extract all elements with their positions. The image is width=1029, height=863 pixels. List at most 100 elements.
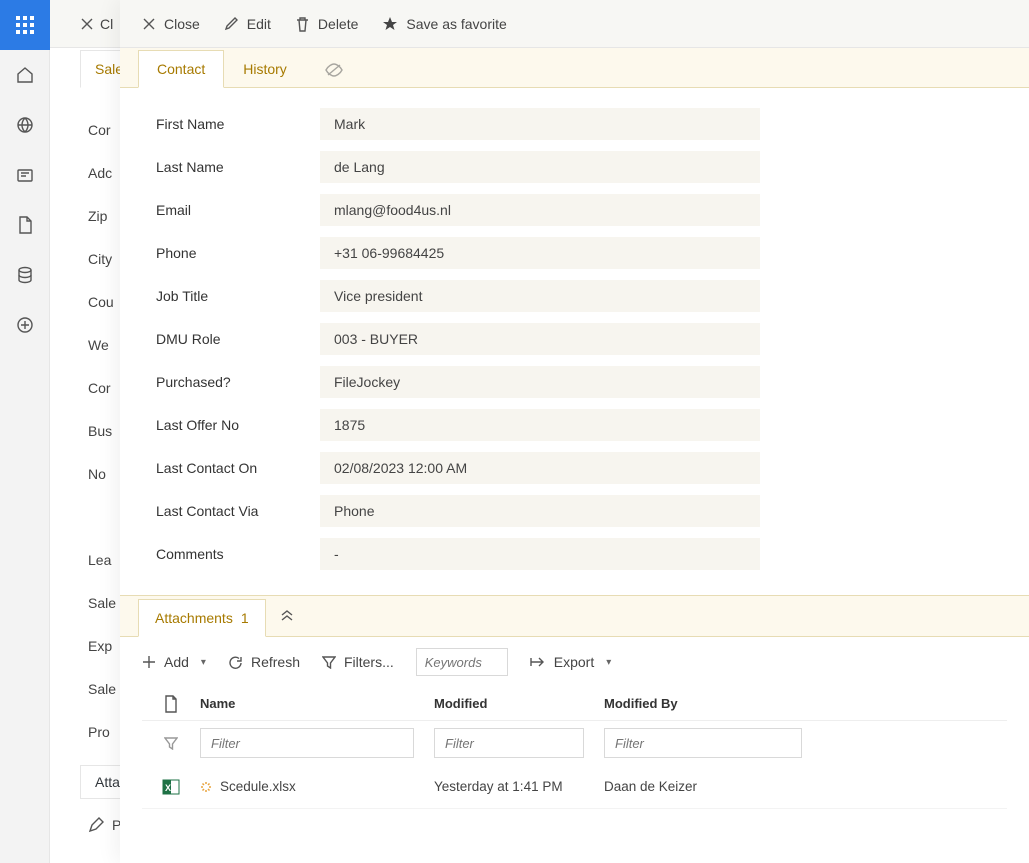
favorite-label: Save as favorite [406, 16, 506, 32]
tab-history[interactable]: History [224, 50, 306, 87]
form-row: Phone+31 06-99684425 [156, 231, 1029, 274]
attachments-count: 1 [241, 610, 249, 626]
field-value[interactable]: 1875 [320, 409, 760, 441]
col-modified-header[interactable]: Modified [434, 696, 604, 711]
rail-data[interactable] [0, 250, 50, 300]
chevron-down-icon: ▾ [201, 657, 206, 668]
globe-icon [15, 115, 35, 135]
field-value[interactable]: FileJockey [320, 366, 760, 398]
svg-text:X: X [165, 783, 171, 793]
col-icon-header[interactable] [142, 695, 200, 713]
field-label: First Name [156, 116, 320, 132]
grid-filter-row [142, 721, 1007, 765]
field-value[interactable]: Phone [320, 495, 760, 527]
apps-icon [16, 16, 34, 34]
field-value[interactable]: - [320, 538, 760, 570]
refresh-label: Refresh [251, 654, 300, 670]
col-name-header[interactable]: Name [200, 696, 434, 711]
pencil-icon [88, 817, 104, 833]
form-row: Last Offer No1875 [156, 403, 1029, 446]
chevron-down-icon: ▾ [606, 657, 611, 668]
form-area: First NameMark Last Namede Lang Emailmlang… [120, 88, 1029, 595]
form-row: First NameMark [156, 102, 1029, 145]
field-label: Email [156, 202, 320, 218]
export-button[interactable]: Export ▾ [530, 654, 612, 670]
filter-modifiedby-input[interactable] [604, 728, 802, 758]
delete-label: Delete [318, 16, 358, 32]
field-label: DMU Role [156, 331, 320, 347]
field-value[interactable]: de Lang [320, 151, 760, 183]
rail-add[interactable] [0, 300, 50, 350]
filters-button[interactable]: Filters... [322, 654, 394, 670]
field-label: Last Offer No [156, 417, 320, 433]
rail-globe[interactable] [0, 100, 50, 150]
field-label: Last Contact Via [156, 503, 320, 519]
sync-icon [200, 781, 212, 793]
modified-by-cell: Daan de Keizer [604, 779, 1007, 794]
export-label: Export [554, 654, 594, 670]
form-row: DMU Role003 - BUYER [156, 317, 1029, 360]
chevron-double-up-icon [280, 609, 294, 621]
panel-tabs: Contact History [120, 48, 1029, 88]
form-row: Job TitleVice president [156, 274, 1029, 317]
news-icon [15, 165, 35, 185]
excel-icon: X [162, 778, 180, 796]
file-type-cell: X [142, 778, 200, 796]
plus-icon [142, 655, 156, 669]
home-icon [15, 65, 35, 85]
field-label: Last Contact On [156, 460, 320, 476]
grid-header: Name Modified Modified By [142, 687, 1007, 721]
filter-icon-cell[interactable] [142, 736, 200, 750]
field-value[interactable]: 02/08/2023 12:00 AM [320, 452, 760, 484]
col-modifiedby-header[interactable]: Modified By [604, 696, 1007, 711]
export-icon [530, 655, 546, 669]
favorite-button[interactable]: Save as favorite [382, 16, 506, 32]
attachments-grid: Name Modified Modified By XScedule.xlsxY… [120, 687, 1029, 809]
attachments-tab-label: Attachments [155, 610, 233, 626]
database-icon [15, 265, 35, 285]
rail-home[interactable] [0, 50, 50, 100]
modified-cell: Yesterday at 1:41 PM [434, 779, 604, 794]
tab-attachments[interactable]: Attachments 1 [138, 599, 266, 637]
apps-launcher[interactable] [0, 0, 50, 50]
add-button[interactable]: Add ▾ [142, 654, 206, 670]
field-value[interactable]: 003 - BUYER [320, 323, 760, 355]
field-value[interactable]: Mark [320, 108, 760, 140]
file-icon [16, 215, 34, 235]
tab-hidden[interactable] [306, 52, 362, 87]
file-icon [164, 695, 178, 713]
panel-toolbar: Close Edit Delete Save as favorite [120, 0, 1029, 48]
attachments-toolbar: Add ▾ Refresh Filters... Export ▾ [120, 637, 1029, 687]
add-label: Add [164, 654, 189, 670]
tab-contact[interactable]: Contact [138, 50, 224, 88]
collapse-button[interactable] [266, 598, 308, 636]
close-icon [142, 17, 156, 31]
rail-news[interactable] [0, 150, 50, 200]
refresh-button[interactable]: Refresh [228, 654, 300, 670]
close-button[interactable]: Close [142, 16, 200, 32]
field-label: Last Name [156, 159, 320, 175]
bg-close-label: Cl [100, 16, 113, 32]
delete-button[interactable]: Delete [295, 16, 358, 32]
trash-icon [295, 16, 310, 32]
form-row: Comments- [156, 532, 1029, 575]
field-label: Comments [156, 546, 320, 562]
form-row: Last Contact On02/08/2023 12:00 AM [156, 446, 1029, 489]
bg-print[interactable]: P [88, 817, 121, 833]
attachment-row[interactable]: XScedule.xlsxYesterday at 1:41 PMDaan de… [142, 765, 1007, 809]
filters-label: Filters... [344, 654, 394, 670]
close-label: Close [164, 16, 200, 32]
field-value[interactable]: mlang@food4us.nl [320, 194, 760, 226]
form-row: Emailmlang@food4us.nl [156, 188, 1029, 231]
field-value[interactable]: +31 06-99684425 [320, 237, 760, 269]
rail-file[interactable] [0, 200, 50, 250]
edit-label: Edit [247, 16, 271, 32]
field-value[interactable]: Vice president [320, 280, 760, 312]
filter-name-input[interactable] [200, 728, 414, 758]
filter-modified-input[interactable] [434, 728, 584, 758]
pencil-icon [224, 16, 239, 31]
edit-button[interactable]: Edit [224, 16, 271, 32]
keywords-input[interactable] [416, 648, 508, 676]
plus-circle-icon [15, 315, 35, 335]
field-label: Phone [156, 245, 320, 261]
